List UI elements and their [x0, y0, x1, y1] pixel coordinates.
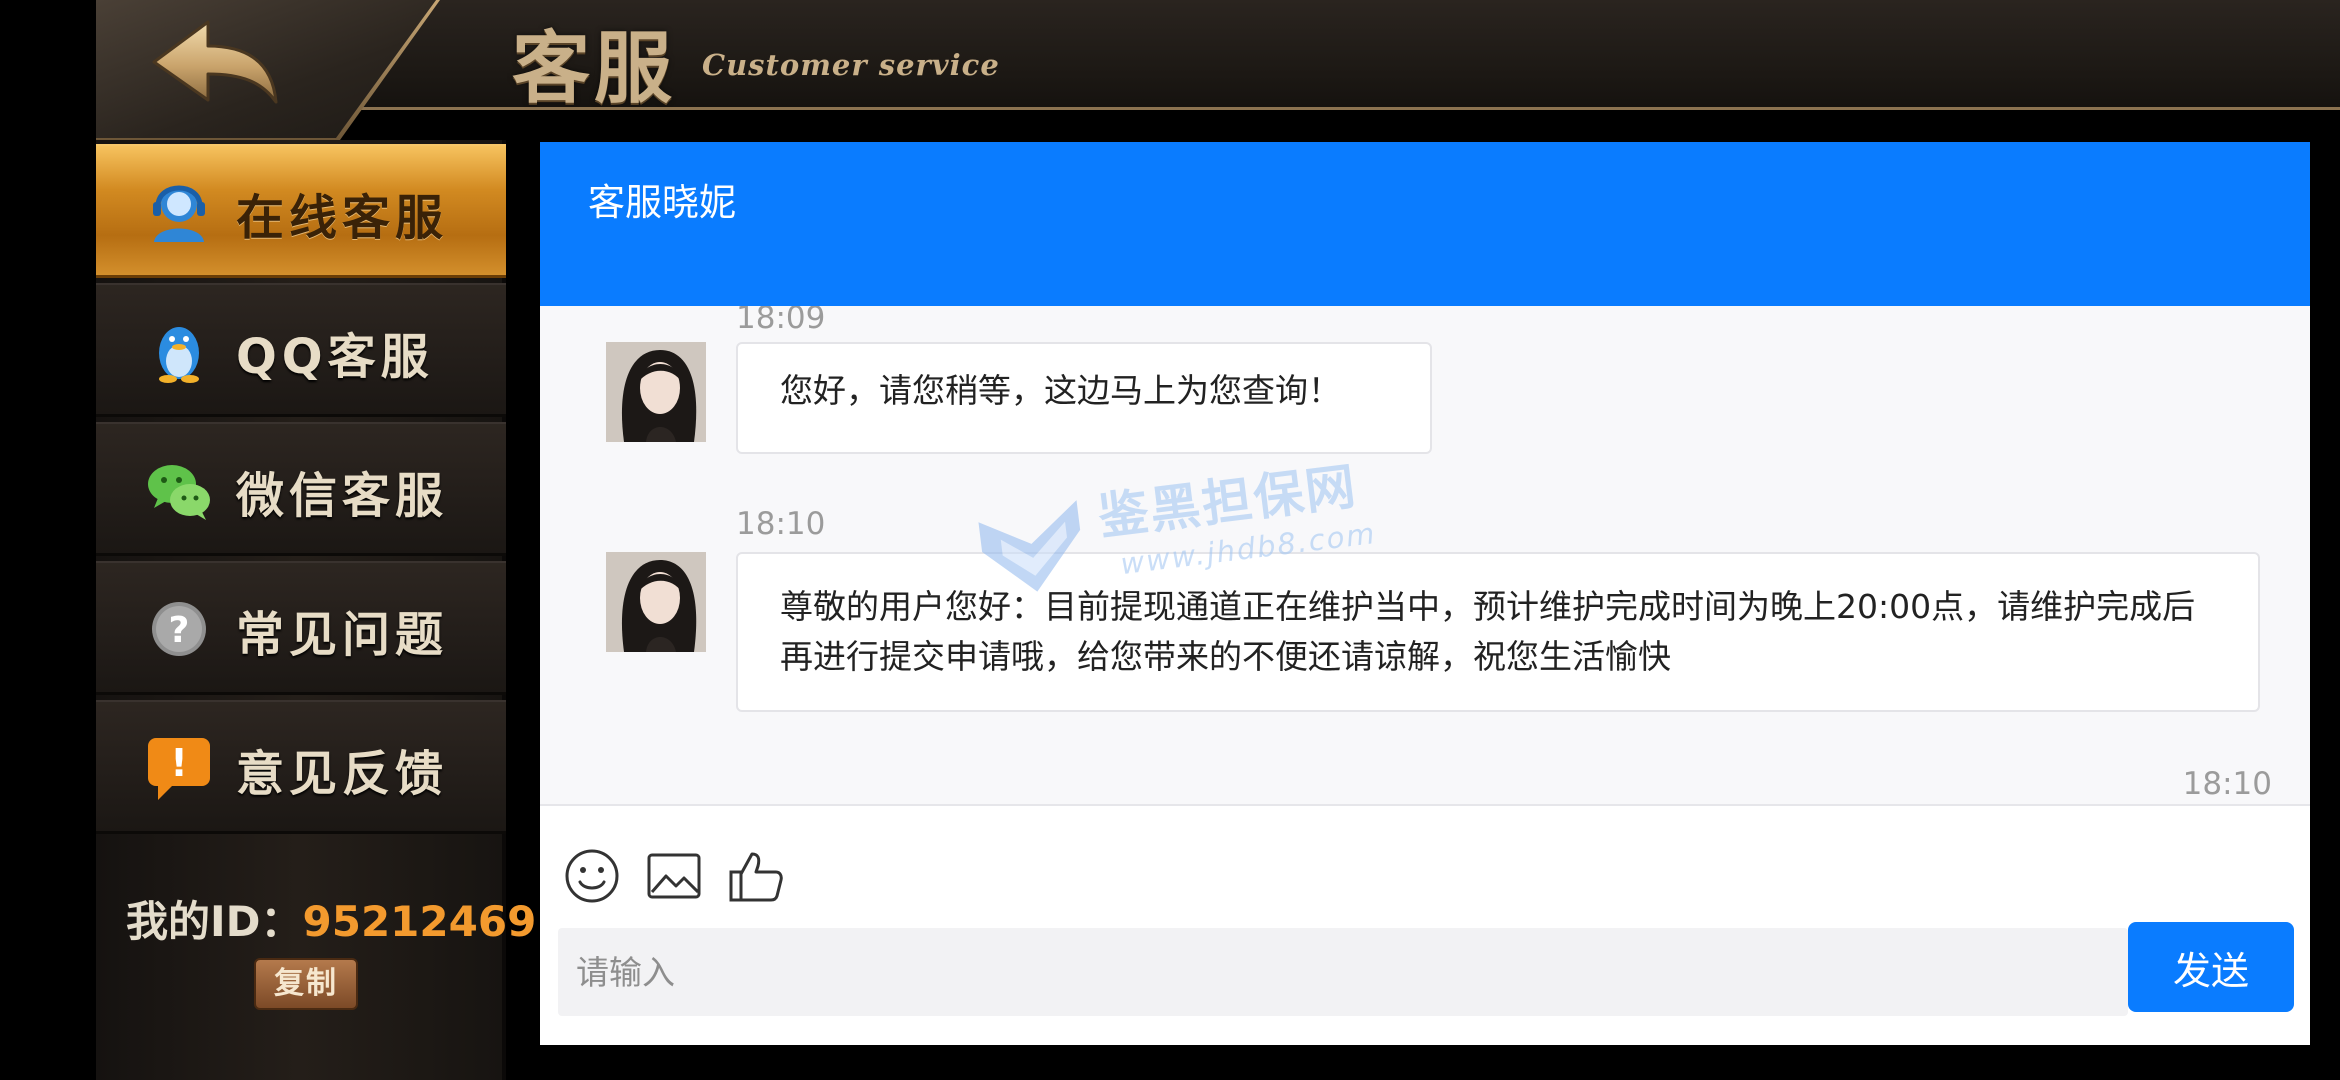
- message-bubble: 您好，请您稍等，这边马上为您查询！: [736, 342, 1432, 454]
- emoji-icon[interactable]: [562, 846, 622, 906]
- exclamation-bubble-icon: !: [148, 738, 210, 800]
- message-timestamp: 18:09: [736, 306, 826, 336]
- copy-id-button[interactable]: 复制: [254, 958, 358, 1010]
- svg-text:?: ?: [169, 610, 190, 651]
- message-text: 尊敬的用户您好：目前提现通道正在维护当中，预计维护完成时间为晚上20:00点，请…: [780, 587, 2196, 676]
- sidebar-item-qq-service[interactable]: QQ客服: [96, 283, 506, 417]
- chat-title: 客服晓妮: [588, 181, 736, 224]
- sidebar-item-label: 常见问题: [236, 607, 449, 663]
- question-mark-icon: ?: [152, 602, 206, 656]
- message-timestamp: 18:10: [2182, 766, 2272, 802]
- page-subtitle: Customer service: [702, 48, 1000, 82]
- svg-text:!: !: [170, 741, 187, 785]
- sidebar-item-feedback[interactable]: ! 意见反馈: [96, 700, 506, 834]
- headset-agent-icon: [153, 185, 205, 242]
- message-text: 您好，请您稍等，这边马上为您查询！: [780, 371, 1341, 410]
- chat-panel: 客服晓妮 18:09 您好，请您稍等，这边马上为您查询！ 18:10 尊敬的用户…: [540, 142, 2310, 1045]
- avatar: [606, 552, 706, 652]
- chat-header: 客服晓妮: [540, 142, 2310, 306]
- message-bubble: 尊敬的用户您好：目前提现通道正在维护当中，预计维护完成时间为晚上20:00点，请…: [736, 552, 2260, 712]
- sidebar-item-faq[interactable]: ? 常见问题: [96, 561, 506, 695]
- composer: 发送: [540, 806, 2310, 1045]
- message-input[interactable]: [558, 928, 2128, 1016]
- sidebar-item-label: QQ客服: [236, 329, 434, 385]
- page-title: 客服: [512, 23, 677, 114]
- message-timestamp: 18:10: [736, 506, 826, 542]
- thumbs-up-icon[interactable]: [726, 846, 786, 906]
- user-id-row: 我的ID：95212469: [126, 888, 536, 949]
- sidebar-item-label: 意见反馈: [236, 746, 449, 802]
- wechat-icon: [148, 465, 210, 520]
- sidebar: 在线客服 QQ客服 微信客服 ? 常见问题 ! 意见反馈 我的ID：952124…: [96, 140, 536, 1080]
- back-button[interactable]: [150, 16, 280, 111]
- back-arrow-icon: [152, 20, 278, 104]
- sidebar-item-label: 微信客服: [236, 468, 449, 524]
- user-id-value: 95212469: [302, 897, 537, 946]
- sidebar-item-wechat-service[interactable]: 微信客服: [96, 422, 506, 556]
- send-button[interactable]: 发送: [2128, 922, 2294, 1012]
- image-icon[interactable]: [644, 846, 704, 906]
- agent-avatar-image: [606, 342, 706, 442]
- top-header: [96, 0, 2340, 110]
- message-list[interactable]: 18:09 您好，请您稍等，这边马上为您查询！ 18:10 尊敬的用户您好：目前…: [540, 306, 2310, 804]
- qq-penguin-icon: [159, 327, 199, 383]
- sidebar-item-online-service[interactable]: 在线客服: [96, 144, 506, 278]
- avatar: [606, 342, 706, 442]
- user-id-label: 我的ID：: [126, 897, 303, 946]
- sidebar-item-label: 在线客服: [236, 190, 449, 246]
- agent-avatar-image: [606, 552, 706, 652]
